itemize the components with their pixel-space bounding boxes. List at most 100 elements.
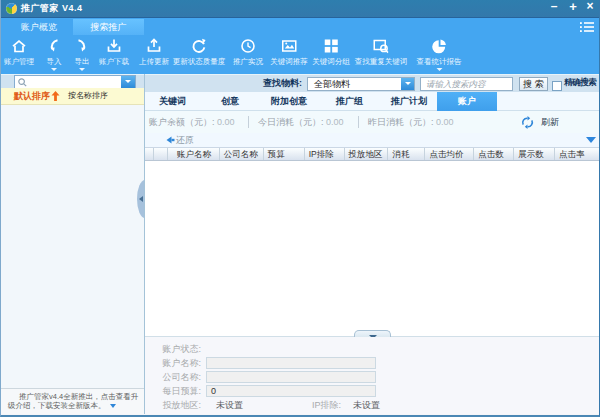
refresh-button[interactable]: 刷新 (541, 111, 559, 133)
import-caret-icon (51, 68, 57, 71)
filter-funnel-icon[interactable] (586, 137, 596, 143)
table-body (145, 161, 600, 336)
column-header-10[interactable]: 点击数 (474, 148, 514, 160)
sidebar-search-arrow-icon[interactable] (121, 76, 135, 88)
toolbar-keyword-recommend-button[interactable]: 关键词推荐 (270, 36, 308, 67)
toolbar-account-download-button[interactable]: 账户下载 (99, 36, 129, 67)
form-input-2[interactable] (206, 357, 376, 369)
material-select-arrow-icon[interactable] (401, 78, 414, 90)
toolbar-label: 推广实况 (233, 56, 263, 67)
sort-by-name-button[interactable]: 按名称排序 (68, 88, 108, 104)
window-title: 推广管家 V4.4 (21, 0, 83, 17)
app-window: 推广管家 V4.4 – + × 账户概览 搜索推广 账户管理 导入 导出账户下载上传… (0, 0, 600, 417)
stats-bar: 刷新 账户余额（元）: 0.00今日消耗（元）: 0.00昨日消耗（元）: 0.… (145, 111, 600, 133)
tab-search-promotion[interactable]: 搜索推广 (73, 19, 144, 35)
refresh-icon[interactable] (521, 116, 534, 129)
column-header-5[interactable]: 预算 (264, 148, 305, 160)
module-tab-bar: 账户概览 搜索推广 (1, 18, 599, 36)
stat-1: 账户余额（元）: 0.00 (149, 111, 235, 133)
toolbar-view-report-button[interactable]: 查看统计报告 (417, 36, 462, 71)
toolbar-promotion-live-button[interactable]: 推广实况 (233, 36, 263, 67)
column-header-3[interactable]: 账户名称 (168, 148, 220, 160)
sidebar-notice[interactable]: 推广管家v4.4全新推出，点击查看升级介绍，下载安装全新版本。 (1, 388, 144, 414)
toolbar-account-manage-button[interactable]: 账户管理 (4, 36, 34, 67)
tab-2[interactable]: 创意 (221, 92, 239, 111)
form-label-5: 投放地区: (145, 400, 201, 410)
stat-divider (248, 116, 249, 128)
toolbar-label: 账户管理 (4, 56, 34, 67)
toolbar-label: 更新状态质量度 (173, 56, 226, 67)
restore-icon (166, 136, 174, 144)
sort-default-button[interactable]: 默认排序 (14, 88, 50, 104)
content-tab-bar: 关键词 创意 附加创意 推广组 推广计划账户 (145, 92, 600, 111)
toolbar-label: 关键词推荐 (270, 56, 308, 67)
menu-list-icon[interactable] (580, 21, 595, 33)
view-report-icon (417, 38, 462, 56)
stat-2: 今日消耗（元）: 0.00 (258, 111, 344, 133)
keyword-group-icon (312, 38, 350, 56)
form-value-ip: 未设置 (353, 400, 380, 410)
column-header-11[interactable]: 展示数 (514, 148, 555, 160)
toolbar-keyword-group-button[interactable]: 关键词分组 (312, 36, 350, 67)
column-header-7[interactable]: 投放地区 (345, 148, 389, 160)
toolbar-label: 关键词分组 (312, 56, 350, 67)
find-duplicate-keywords-icon (355, 38, 408, 56)
account-download-icon (99, 38, 129, 56)
exact-search-label: 精确搜索 (564, 74, 596, 92)
promotion-live-icon (233, 38, 263, 56)
toolbar-label: 查看统计报告 (417, 56, 462, 67)
minimize-button[interactable]: – (547, 0, 561, 14)
column-header-4[interactable]: 公司名称 (220, 148, 264, 160)
material-select-value: 全部物料 (314, 79, 350, 89)
column-header-8[interactable]: 消耗 (388, 148, 425, 160)
column-header-9[interactable]: 点击均价 (425, 148, 474, 160)
form-label-ip: IP排除: (285, 400, 341, 410)
detail-panel: 账户状态:账户名称:公司名称:每日预算:0投放地区:未设置IP排除:未设置 (145, 337, 600, 414)
form-label-3: 公司名称: (145, 372, 201, 382)
exact-search-checkbox[interactable] (552, 81, 562, 91)
toolbar-label: 导入 (46, 56, 62, 67)
notice-line1: 推广管家v4.4全新推出，点击查看升 (8, 392, 140, 401)
tab-account-active[interactable]: 账户 (437, 92, 497, 111)
tab-4[interactable]: 推广组 (336, 92, 363, 111)
material-select[interactable]: 全部物料 (307, 77, 415, 91)
update-status-quality-icon (173, 38, 226, 56)
view-report-caret-icon (436, 68, 442, 71)
import-icon (46, 38, 62, 56)
tab-1[interactable]: 关键词 (159, 92, 186, 111)
export-icon (74, 38, 90, 56)
column-header-1[interactable] (145, 148, 154, 160)
toolbar-label: 上传更新 (139, 56, 169, 67)
tab-5[interactable]: 推广计划 (391, 92, 427, 111)
column-header-2[interactable] (154, 148, 168, 160)
form-input-4[interactable]: 0 (206, 385, 376, 397)
notice-line2: 级介绍，下载安装全新版本。 (8, 401, 140, 410)
sidebar-search-input[interactable] (14, 75, 136, 89)
toolbar-find-duplicate-keywords-button[interactable]: 查找重复关键词 (355, 36, 408, 67)
table-header: 账户名称公司名称预算IP排除投放地区消耗点击均价点击数展示数点击率 (145, 147, 600, 161)
toolbar-update-status-quality-button[interactable]: 更新状态质量度 (173, 36, 226, 67)
restore-button[interactable]: 还原 (176, 133, 194, 147)
toolbar-import-button[interactable]: 导入 (46, 36, 62, 71)
form-label-4: 每日预算: (145, 386, 201, 396)
stat-divider (358, 116, 359, 128)
tab-3[interactable]: 附加创意 (271, 92, 307, 111)
restore-bar: 还原 (145, 133, 600, 147)
keyword-recommend-icon (270, 38, 308, 56)
toolbar-label: 查找重复关键词 (355, 56, 408, 67)
toolbar: 账户管理 导入 导出账户下载上传更新更新状态质量度推广实况关键词推荐关键词分组查找重… (1, 36, 599, 74)
column-header-12[interactable]: 点击率 (555, 148, 600, 160)
search-input[interactable]: 请输入搜索内容 (420, 77, 513, 91)
notice-dropdown-icon[interactable] (110, 404, 116, 408)
form-input-3[interactable] (206, 371, 376, 383)
search-button[interactable]: 搜 索 (519, 77, 548, 91)
maximize-button[interactable]: + (566, 0, 580, 14)
toolbar-export-button[interactable]: 导出 (74, 36, 90, 71)
column-header-6[interactable]: IP排除 (305, 148, 345, 160)
sidebar-account-list (1, 105, 144, 388)
tab-account-overview[interactable]: 账户概览 (21, 18, 57, 36)
toolbar-label: 导出 (74, 56, 90, 67)
close-button[interactable]: × (583, 0, 597, 14)
form-label-2: 账户名称: (145, 358, 201, 368)
toolbar-upload-update-button[interactable]: 上传更新 (139, 36, 169, 67)
